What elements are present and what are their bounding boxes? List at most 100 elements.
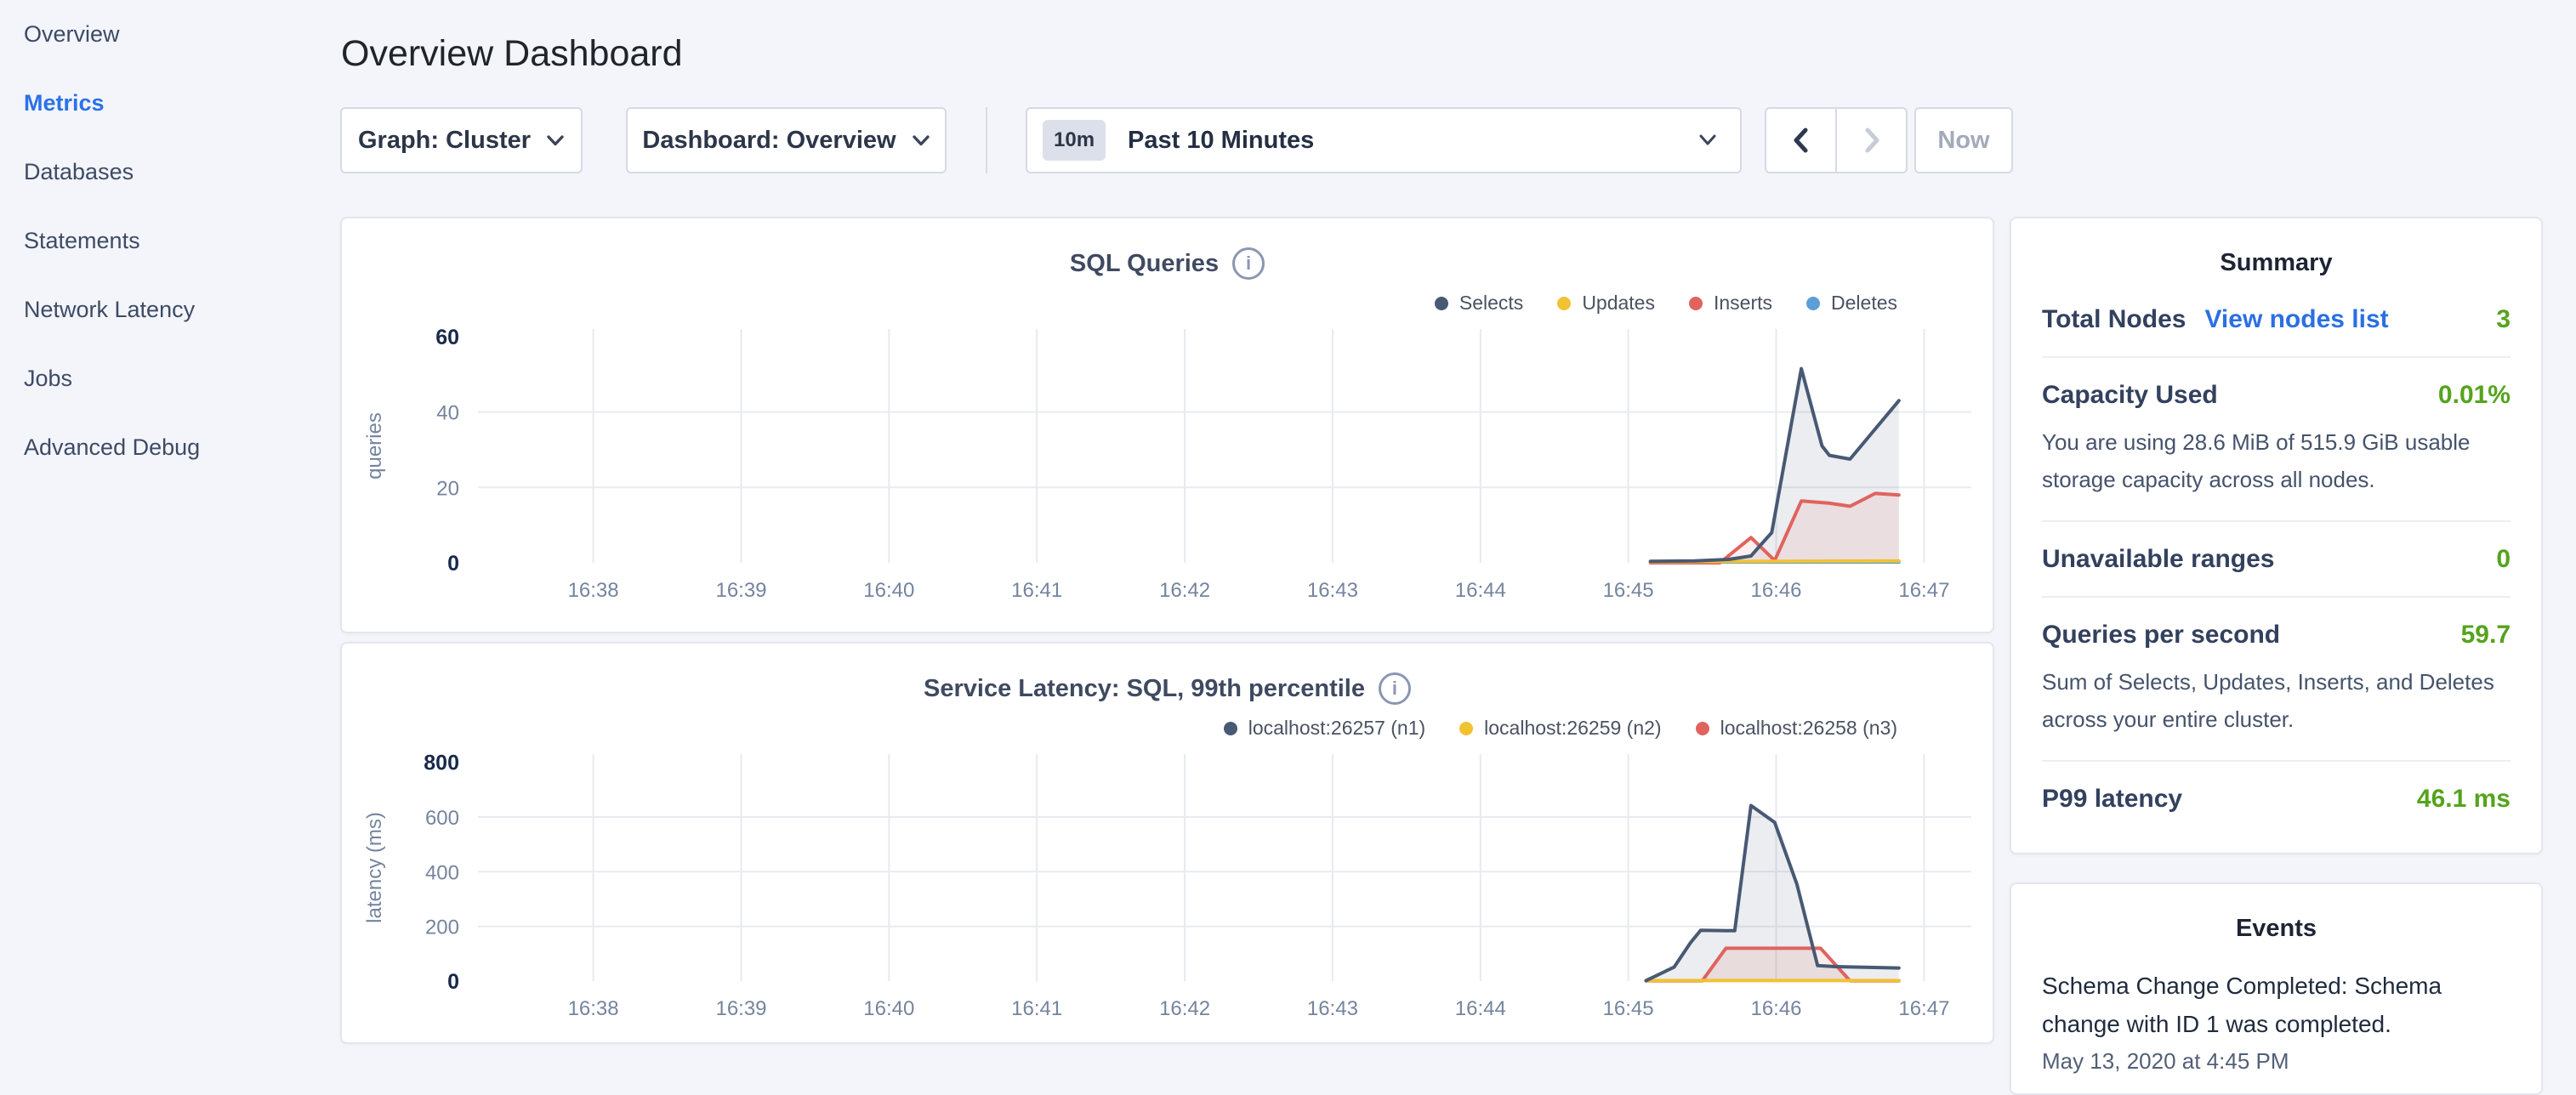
event-message: Schema Change Completed: Schema change w… [2042,967,2511,1043]
legend-label: Selects [1459,292,1523,315]
sql-queries-chart-card: SQL Queries i Selects Updates Inserts Delet… [340,217,1994,633]
summary-row-label: Queries per second [2042,621,2280,650]
chevron-down-icon [912,134,930,147]
legend-label: localhost:26258 (n3) [1720,717,1897,740]
svg-text:16:47: 16:47 [1898,997,1949,1020]
dashboard-selector-label: Dashboard: Overview [642,127,896,155]
legend-label: localhost:26259 (n2) [1484,717,1661,740]
summary-panel: Summary Total Nodes View nodes list 3 Capac… [2010,217,2543,854]
summary-row-label: Total Nodes [2042,305,2186,334]
svg-text:16:39: 16:39 [715,579,766,602]
summary-row-value: 59.7 [2461,621,2511,650]
info-icon[interactable]: i [1379,672,1411,705]
chart-title-row: Service Latency: SQL, 99th percentile i [342,672,1993,705]
time-window-dropdown[interactable]: 10m Past 10 Minutes [1026,107,1742,173]
sidebar-item-network-latency[interactable]: Network Latency [0,275,340,344]
summary-title: Summary [2011,249,2541,277]
service-latency-chart-card: Service Latency: SQL, 99th percentile i … [340,642,1994,1044]
now-button[interactable]: Now [1914,107,2013,173]
summary-row-value: 3 [2496,305,2511,334]
legend-dot-icon [1224,722,1237,735]
summary-row: P99 latency 46.1 ms [2042,760,2511,836]
time-step-buttons [1765,107,1908,173]
svg-text:16:43: 16:43 [1307,997,1358,1020]
service-latency-chart-plot[interactable]: 16:3816:3916:4016:4116:4216:4316:4416:45… [342,739,1993,1042]
legend-dot-icon [1696,722,1709,735]
sidebar-item-databases[interactable]: Databases [0,138,340,207]
sidebar-item-metrics[interactable]: Metrics [0,69,340,138]
sidebar-item-jobs[interactable]: Jobs [0,344,340,413]
legend-dot-icon [1435,297,1448,310]
time-window-label: Past 10 Minutes [1128,127,1314,155]
previous-timespan-button[interactable] [1766,109,1835,172]
svg-text:16:39: 16:39 [715,997,766,1020]
svg-text:0: 0 [447,552,459,576]
view-nodes-list-link[interactable]: View nodes list [2204,305,2388,334]
events-title: Events [2011,915,2541,943]
summary-row-label: Unavailable ranges [2042,545,2274,574]
sidebar: OverviewMetricsDatabasesStatementsNetwor… [0,0,340,482]
chevron-right-icon [1862,127,1882,154]
svg-text:40: 40 [436,402,459,425]
svg-text:20: 20 [436,477,459,500]
svg-text:16:38: 16:38 [568,579,619,602]
legend-dot-icon [1459,722,1473,735]
summary-row-value: 46.1 ms [2417,785,2511,814]
time-window-badge: 10m [1043,120,1106,161]
next-timespan-button[interactable] [1835,109,1906,172]
summary-row: Queries per second59.7Sum of Selects, Up… [2042,596,2511,760]
svg-text:16:46: 16:46 [1750,997,1801,1020]
legend-item[interactable]: Updates [1557,292,1655,315]
graph-selector-dropdown[interactable]: Graph: Cluster [340,107,583,173]
svg-text:16:46: 16:46 [1750,579,1801,602]
summary-row-label: Capacity Used [2042,381,2218,410]
sidebar-item-advanced-debug[interactable]: Advanced Debug [0,413,340,482]
chevron-down-icon [546,134,565,147]
legend-item[interactable]: localhost:26259 (n2) [1459,717,1661,740]
legend-item[interactable]: Selects [1435,292,1523,315]
legend-dot-icon [1806,297,1820,310]
svg-text:16:42: 16:42 [1159,579,1210,602]
svg-text:16:44: 16:44 [1455,579,1506,602]
chart-title: SQL Queries [1070,250,1219,278]
chart-legend: localhost:26257 (n1) localhost:26259 (n2)… [1224,717,1897,740]
info-icon[interactable]: i [1232,247,1265,280]
toolbar-divider [986,107,987,173]
legend-item[interactable]: localhost:26257 (n1) [1224,717,1425,740]
legend-item[interactable]: localhost:26258 (n3) [1696,717,1897,740]
svg-text:16:40: 16:40 [863,997,914,1020]
legend-dot-icon [1689,297,1703,310]
events-list: Schema Change Completed: Schema change w… [2011,967,2541,1075]
svg-text:0: 0 [447,970,459,994]
dashboard-selector-dropdown[interactable]: Dashboard: Overview [626,107,947,173]
chevron-down-icon [1697,133,1718,147]
svg-text:600: 600 [425,807,459,830]
sql-queries-chart-plot[interactable]: 16:3816:3916:4016:4116:4216:4316:4416:45… [342,314,1993,632]
chevron-left-icon [1791,127,1811,154]
sidebar-item-statements[interactable]: Statements [0,207,340,275]
svg-text:200: 200 [425,916,459,939]
events-panel: Events Schema Change Completed: Schema c… [2010,882,2543,1095]
svg-text:16:40: 16:40 [863,579,914,602]
legend-dot-icon [1557,297,1571,310]
chart-title-row: SQL Queries i [342,247,1993,280]
legend-item[interactable]: Deletes [1806,292,1897,315]
summary-row: Unavailable ranges 0 [2042,520,2511,596]
summary-rows: Total Nodes View nodes list 3 Capacity Used… [2011,277,2541,836]
legend-label: Deletes [1831,292,1897,315]
chart-legend: Selects Updates Inserts Deletes [1435,292,1897,315]
page-title: Overview Dashboard [341,33,683,75]
summary-row-value: 0 [2496,545,2511,574]
legend-item[interactable]: Inserts [1689,292,1772,315]
svg-text:16:47: 16:47 [1898,579,1949,602]
legend-label: Updates [1582,292,1655,315]
svg-text:16:45: 16:45 [1603,997,1654,1020]
svg-text:16:45: 16:45 [1603,579,1654,602]
summary-row-label: P99 latency [2042,785,2182,814]
graph-selector-label: Graph: Cluster [358,127,531,155]
sidebar-item-overview[interactable]: Overview [0,0,340,69]
svg-text:60: 60 [435,326,459,349]
summary-row: Capacity Used0.01%You are using 28.6 MiB… [2042,356,2511,520]
svg-text:16:41: 16:41 [1011,997,1062,1020]
svg-text:16:42: 16:42 [1159,997,1210,1020]
